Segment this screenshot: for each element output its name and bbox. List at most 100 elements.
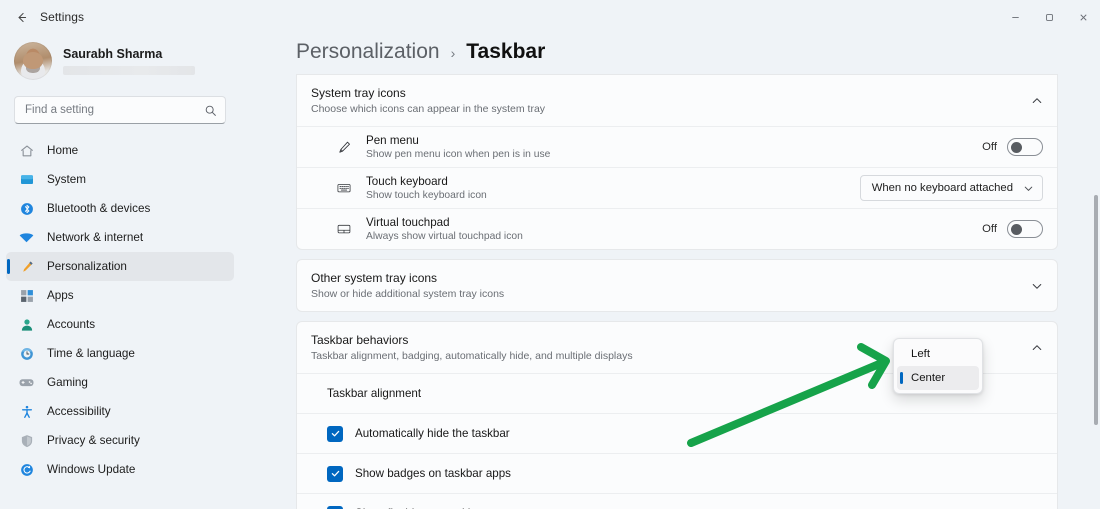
dropdown-option-left[interactable]: Left bbox=[897, 342, 979, 366]
virtual-touchpad-control: Off bbox=[982, 220, 1043, 238]
sidebar-item-personalization[interactable]: Personalization bbox=[6, 252, 234, 281]
sidebar-item-apps[interactable]: Apps bbox=[6, 281, 234, 310]
minimize-icon bbox=[1011, 16, 1019, 18]
sidebar-item-system[interactable]: System bbox=[6, 165, 234, 194]
close-button[interactable] bbox=[1066, 0, 1100, 34]
dropdown-value: When no keyboard attached bbox=[871, 182, 1013, 194]
sidebar-item-accounts[interactable]: Accounts bbox=[6, 310, 234, 339]
toggle-knob bbox=[1011, 142, 1022, 153]
auto-hide-taskbar-row[interactable]: Automatically hide the taskbar bbox=[297, 413, 1057, 453]
back-button[interactable] bbox=[6, 4, 36, 30]
window-title: Settings bbox=[40, 10, 85, 24]
other-system-tray-icons-card: Other system tray icons Show or hide add… bbox=[296, 259, 1058, 312]
account-icon bbox=[18, 316, 35, 333]
checkbox-checked-icon[interactable] bbox=[327, 425, 343, 442]
show-flashing-checkbox-row[interactable]: Show flashing on taskbar apps bbox=[327, 505, 513, 509]
bluetooth-icon bbox=[18, 200, 35, 217]
profile-email-redacted bbox=[63, 66, 195, 75]
show-badges-checkbox-row[interactable]: Show badges on taskbar apps bbox=[327, 465, 511, 482]
row-subtitle: Show pen menu icon when pen is in use bbox=[366, 149, 551, 160]
search-input[interactable] bbox=[25, 104, 204, 116]
sidebar-item-label: Personalization bbox=[47, 260, 127, 273]
checkbox-checked-icon[interactable] bbox=[327, 465, 343, 482]
sidebar-item-label: Apps bbox=[47, 289, 74, 302]
shield-icon bbox=[18, 432, 35, 449]
chevron-up-icon[interactable] bbox=[1031, 95, 1043, 107]
touch-keyboard-row[interactable]: Touch keyboard Show touch keyboard icon … bbox=[297, 167, 1057, 208]
system-icon bbox=[18, 171, 35, 188]
search-icon bbox=[204, 104, 217, 117]
row-title: Touch keyboard bbox=[366, 175, 448, 188]
sidebar-item-label: Windows Update bbox=[47, 463, 136, 476]
breadcrumb-separator-icon: › bbox=[450, 45, 456, 61]
sidebar-item-label: System bbox=[47, 173, 86, 186]
settings-window: Settings Saurabh Sharma Find a setting H… bbox=[0, 0, 1100, 509]
section-subtitle: Choose which icons can appear in the sys… bbox=[311, 103, 546, 115]
sidebar-item-label: Bluetooth & devices bbox=[47, 202, 151, 215]
virtual-touchpad-text: Virtual touchpad Always show virtual tou… bbox=[366, 216, 523, 242]
dropdown-option-center[interactable]: Center bbox=[897, 366, 979, 390]
sidebar-item-label: Privacy & security bbox=[47, 434, 140, 447]
apps-icon bbox=[18, 287, 35, 304]
clock-icon bbox=[18, 345, 35, 362]
virtual-touchpad-row[interactable]: Virtual touchpad Always show virtual tou… bbox=[297, 208, 1057, 249]
pen-icon bbox=[333, 140, 355, 155]
window-controls bbox=[998, 0, 1100, 34]
sidebar-nav: Home System Bluetooth & devices Network … bbox=[0, 134, 240, 484]
pen-menu-control: Off bbox=[982, 138, 1043, 156]
show-flashing-row[interactable]: Show flashing on taskbar apps bbox=[297, 493, 1057, 509]
checkbox-label: Show badges on taskbar apps bbox=[355, 467, 511, 480]
chevron-up-icon[interactable] bbox=[1031, 342, 1043, 354]
close-icon bbox=[1079, 13, 1087, 21]
other-system-tray-icons-header-text: Other system tray icons Show or hide add… bbox=[311, 271, 504, 300]
dropdown-option-label: Center bbox=[911, 372, 946, 384]
sidebar-item-label: Gaming bbox=[47, 376, 88, 389]
pen-menu-row[interactable]: Pen menu Show pen menu icon when pen is … bbox=[297, 126, 1057, 167]
sidebar-item-windows-update[interactable]: Windows Update bbox=[6, 455, 234, 484]
row-subtitle: Show touch keyboard icon bbox=[366, 190, 487, 201]
row-title: Pen menu bbox=[366, 134, 419, 147]
row-title: Virtual touchpad bbox=[366, 216, 450, 229]
profile-text: Saurabh Sharma bbox=[63, 47, 195, 75]
wifi-icon bbox=[18, 229, 35, 246]
sidebar: Saurabh Sharma Home bbox=[0, 0, 240, 509]
sidebar-item-accessibility[interactable]: Accessibility bbox=[6, 397, 234, 426]
show-badges-row[interactable]: Show badges on taskbar apps bbox=[297, 453, 1057, 493]
virtual-touchpad-toggle[interactable] bbox=[1007, 220, 1043, 238]
page-title: Taskbar bbox=[466, 40, 546, 63]
pen-menu-toggle[interactable] bbox=[1007, 138, 1043, 156]
sidebar-item-gaming[interactable]: Gaming bbox=[6, 368, 234, 397]
sidebar-item-network[interactable]: Network & internet bbox=[6, 223, 234, 252]
sidebar-item-bluetooth[interactable]: Bluetooth & devices bbox=[6, 194, 234, 223]
checkbox-label: Automatically hide the taskbar bbox=[355, 427, 510, 440]
system-tray-icons-header[interactable]: System tray icons Choose which icons can… bbox=[297, 75, 1057, 126]
avatar bbox=[14, 42, 52, 80]
sidebar-item-label: Accounts bbox=[47, 318, 96, 331]
settings-scroll-area: System tray icons Choose which icons can… bbox=[240, 74, 1100, 509]
maximize-icon bbox=[1045, 13, 1053, 21]
sidebar-item-label: Time & language bbox=[47, 347, 135, 360]
vertical-scrollbar[interactable] bbox=[1094, 195, 1098, 425]
minimize-button[interactable] bbox=[998, 0, 1032, 34]
sidebar-item-label: Home bbox=[47, 144, 79, 157]
touch-keyboard-text: Touch keyboard Show touch keyboard icon bbox=[366, 175, 487, 201]
pen-menu-text: Pen menu Show pen menu icon when pen is … bbox=[366, 134, 550, 160]
checkbox-checked-icon[interactable] bbox=[327, 505, 343, 509]
update-icon bbox=[18, 461, 35, 478]
sidebar-item-time-language[interactable]: Time & language bbox=[6, 339, 234, 368]
breadcrumb-parent-link[interactable]: Personalization bbox=[296, 40, 440, 64]
section-title: System tray icons bbox=[311, 86, 406, 100]
sidebar-item-home[interactable]: Home bbox=[6, 136, 234, 165]
user-profile[interactable]: Saurabh Sharma bbox=[0, 34, 240, 90]
sidebar-item-privacy-security[interactable]: Privacy & security bbox=[6, 426, 234, 455]
auto-hide-taskbar-checkbox-row[interactable]: Automatically hide the taskbar bbox=[327, 425, 510, 442]
keyboard-icon bbox=[333, 180, 355, 196]
breadcrumb: Personalization › Taskbar bbox=[240, 34, 1100, 74]
touch-keyboard-dropdown[interactable]: When no keyboard attached bbox=[859, 175, 1043, 201]
section-subtitle: Show or hide additional system tray icon… bbox=[311, 288, 505, 300]
maximize-button[interactable] bbox=[1032, 0, 1066, 34]
profile-name: Saurabh Sharma bbox=[63, 47, 163, 61]
other-system-tray-icons-header[interactable]: Other system tray icons Show or hide add… bbox=[297, 260, 1057, 311]
search-box[interactable] bbox=[14, 96, 226, 124]
chevron-down-icon[interactable] bbox=[1031, 280, 1043, 292]
